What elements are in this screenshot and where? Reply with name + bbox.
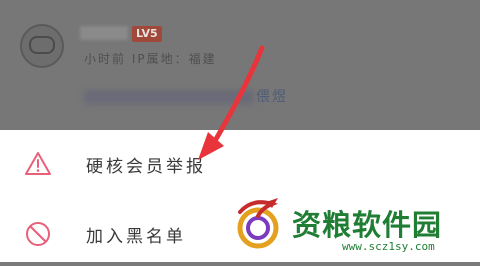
menu-item-report[interactable]: 硬核会员举报 [0, 130, 480, 196]
post-content-blurred [84, 90, 254, 104]
warning-triangle-icon [25, 152, 51, 175]
menu-item-report-label: 硬核会员举报 [86, 157, 206, 177]
post-meta: 小时前 IP属地：福建 [84, 52, 217, 66]
block-circle-icon [26, 222, 50, 246]
menu-item-blacklist-label: 加入黑名单 [86, 227, 186, 247]
watermark: 资粮软件园 www.scz1sy.com [232, 194, 478, 260]
level-badge: LV5 [132, 26, 162, 42]
watermark-title: 资粮软件园 [292, 208, 443, 242]
post-content-tail: 偎煜 [256, 89, 288, 105]
watermark-url: www.scz1sy.com [342, 240, 435, 253]
avatar[interactable] [20, 24, 64, 68]
avatar-face-icon [29, 36, 55, 54]
dragon-logo-icon [237, 198, 279, 249]
post-background: LV5 小时前 IP属地：福建 偎煜 [0, 0, 480, 130]
username-blurred [80, 26, 128, 40]
